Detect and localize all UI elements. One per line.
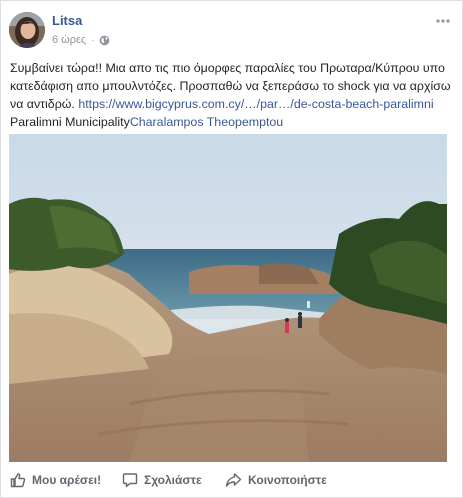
share-label: Κοινοποιήστε [248, 473, 327, 487]
share-arrow-icon [225, 473, 242, 487]
globe-icon[interactable] [99, 35, 110, 46]
post-photo[interactable] [9, 134, 447, 462]
meta-separator: · [91, 35, 95, 45]
avatar[interactable] [9, 12, 45, 48]
like-button[interactable]: Μου αρέσει! [10, 472, 101, 488]
comment-icon [122, 473, 138, 488]
tag-paralimni-municipality[interactable]: Paralimni Municipality [10, 115, 130, 129]
like-label: Μου αρέσει! [32, 473, 102, 487]
comment-button[interactable]: Σχολιάστε [122, 472, 202, 488]
tag-charalampos-theopemptou[interactable]: Charalampos Theopemptou [130, 115, 283, 129]
post-meta: 6 ώρες · [52, 34, 110, 46]
post-card: Litsa 6 ώρες · Συμβαίνει τώρα!! Μια απο … [0, 0, 463, 498]
post-text: Συμβαίνει τώρα!! Μια απο τις πιο όμορφες… [10, 59, 454, 131]
comment-label: Σχολιάστε [144, 473, 202, 487]
share-button[interactable]: Κοινοποιήστε [225, 472, 327, 488]
more-options-icon[interactable] [436, 10, 450, 26]
post-link[interactable]: https://www.bigcyprus.com.cy/…/par…/de-c… [78, 97, 433, 111]
post-timestamp[interactable]: 6 ώρες [52, 34, 86, 46]
thumbs-up-icon [10, 473, 26, 488]
author-name[interactable]: Litsa [52, 13, 82, 28]
action-bar: Μου αρέσει! Σχολιάστε Κοινοποιήστε [1, 463, 462, 497]
avatar-image [9, 12, 45, 48]
